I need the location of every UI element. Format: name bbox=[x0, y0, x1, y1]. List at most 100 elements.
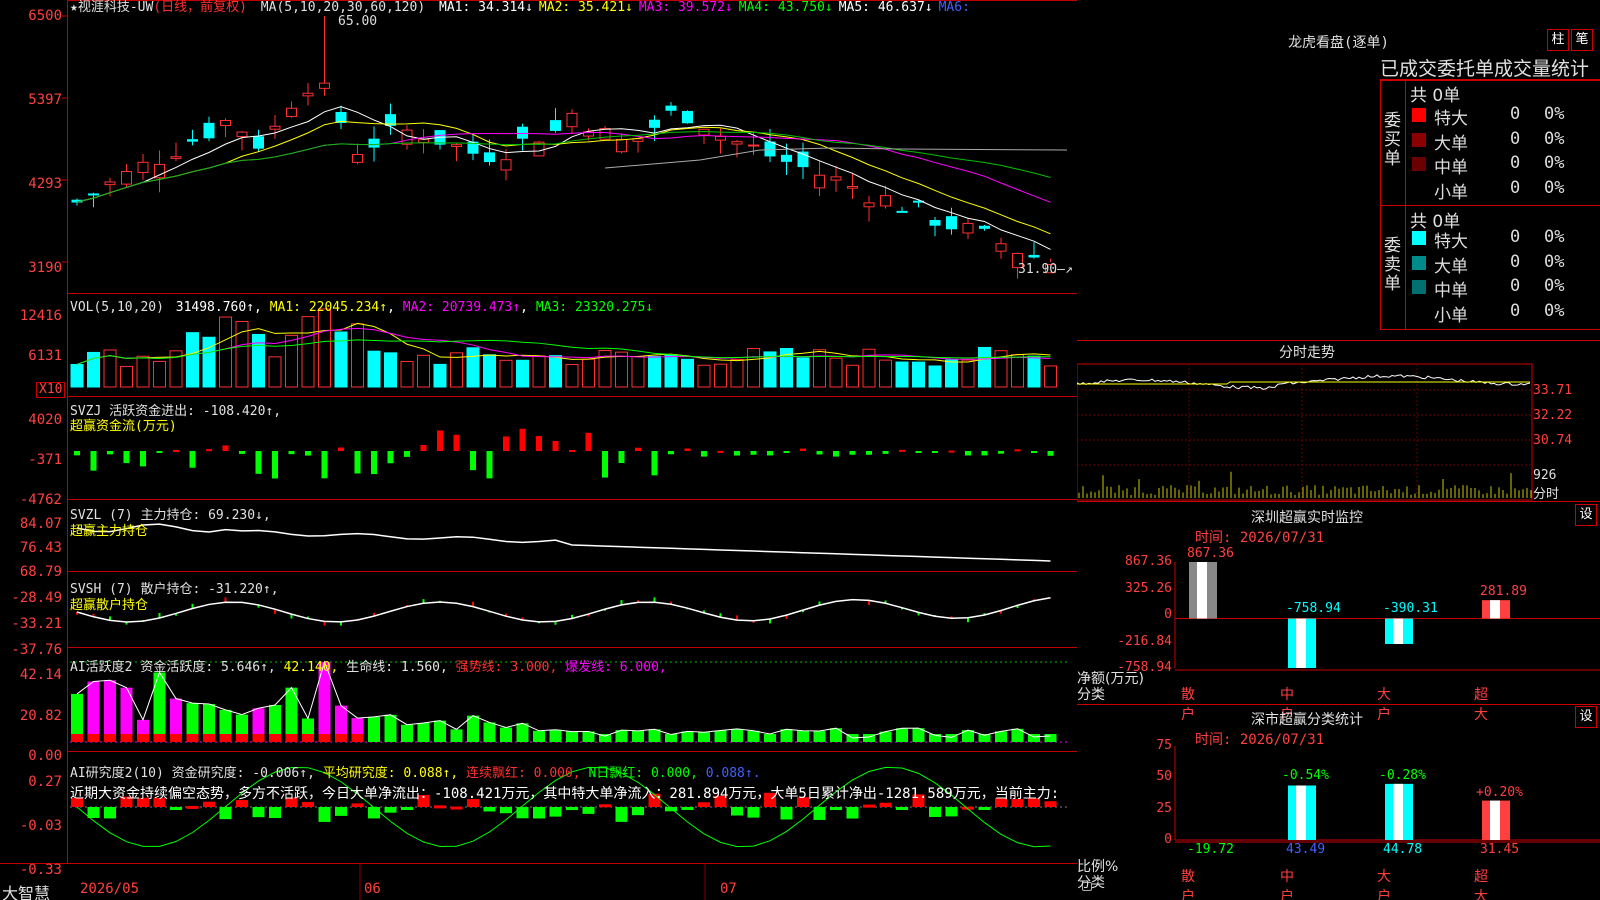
svzj-bar bbox=[123, 451, 130, 464]
ai-base-bar bbox=[962, 734, 974, 742]
ai-base-bar bbox=[764, 734, 776, 742]
ai-active-bar bbox=[153, 672, 166, 742]
chart-area[interactable]: ★视涯科技-UW(日线，前复权) MA(5,10,20,30,60,120) M… bbox=[0, 0, 1092, 900]
order-row: 中单 0 0% bbox=[1408, 151, 1598, 178]
svzj-bar bbox=[915, 451, 922, 453]
svzj-bar bbox=[239, 451, 245, 454]
volume-bar bbox=[318, 308, 331, 388]
stock-name[interactable]: ★视涯科技-UW bbox=[70, 0, 153, 15]
ai-research-bar bbox=[549, 807, 562, 817]
ai-base-bar bbox=[483, 734, 496, 742]
ai-research-bar bbox=[846, 807, 859, 819]
ai-base-bar bbox=[269, 734, 281, 742]
svzj-bar bbox=[222, 445, 229, 451]
order-size: 大单 bbox=[1434, 133, 1468, 154]
volume-bar bbox=[136, 355, 150, 388]
volume-bar bbox=[697, 364, 711, 388]
tab-orders[interactable]: 委托单 bbox=[1437, 58, 1494, 79]
x-axis-label: 06 bbox=[364, 881, 381, 897]
kline-chart-canvas[interactable] bbox=[0, 0, 1077, 900]
ai-research-bar bbox=[351, 803, 364, 807]
svzj-bar bbox=[107, 451, 113, 455]
order-size: 特大 bbox=[1434, 232, 1468, 252]
bar-view-button[interactable]: 柱 bbox=[1547, 29, 1569, 51]
volume-bar bbox=[846, 364, 859, 388]
ai-research-bar bbox=[896, 807, 908, 810]
ai-research-bar bbox=[1044, 801, 1057, 807]
category-bar-highlight bbox=[1296, 785, 1306, 840]
ai-base-bar bbox=[368, 734, 380, 742]
svzj-bar bbox=[354, 451, 361, 474]
candle-body bbox=[236, 131, 248, 138]
candle-body bbox=[484, 152, 495, 163]
svzj-bar bbox=[717, 450, 724, 453]
category-bar-highlight bbox=[1393, 618, 1403, 644]
svzj-bar bbox=[387, 451, 394, 464]
change-label: -0.54% bbox=[1282, 768, 1329, 783]
candle-body bbox=[352, 153, 363, 163]
ma-line-30 bbox=[76, 131, 1051, 203]
candle-body bbox=[451, 144, 462, 147]
ai-base-bar bbox=[714, 734, 727, 742]
svzj-bar bbox=[569, 449, 575, 452]
ai-base-bar bbox=[648, 734, 661, 742]
intraday-price-label: 33.71 bbox=[1533, 383, 1573, 398]
ai-research-bar bbox=[533, 807, 545, 819]
main-y-label: 5397 bbox=[28, 92, 62, 108]
candle-body bbox=[616, 138, 627, 153]
ai-research-bar bbox=[566, 807, 578, 811]
svzj-bar bbox=[305, 451, 311, 456]
candle-body bbox=[781, 154, 792, 162]
ai-research-bar bbox=[302, 801, 314, 807]
main-y-label: 6500 bbox=[28, 8, 62, 24]
svzl-y-label: 76.43 bbox=[19, 540, 62, 556]
candle-body bbox=[665, 105, 677, 111]
ai-base-bar bbox=[516, 734, 529, 742]
svzj-y-label: -371 bbox=[28, 452, 62, 468]
ai-base-bar bbox=[582, 734, 595, 742]
ai-research-bar bbox=[879, 802, 892, 807]
ai-research-bar bbox=[615, 807, 628, 822]
change-label: +0.20% bbox=[1476, 785, 1523, 800]
period-tag[interactable]: (日线，前复权) bbox=[153, 0, 247, 15]
ai-research-y-label: -0.33 bbox=[19, 862, 62, 878]
bar-value-label: 281.89 bbox=[1480, 584, 1527, 600]
bar-y-label: 75 bbox=[1156, 738, 1172, 753]
order-pct: 0% bbox=[1544, 104, 1565, 124]
intraday-chart[interactable] bbox=[1077, 340, 1600, 502]
volume-bar bbox=[351, 323, 364, 388]
ai-base-bar bbox=[698, 734, 710, 742]
candle-body bbox=[319, 82, 330, 89]
candle-body bbox=[500, 159, 512, 171]
category-label: 大户 bbox=[1377, 869, 1391, 900]
candle-body bbox=[830, 176, 842, 181]
order-row: 特大 0 0% bbox=[1408, 225, 1598, 252]
svzj-bar bbox=[420, 444, 427, 451]
category-bar-highlight bbox=[1490, 800, 1500, 840]
bar-value-label: -390.31 bbox=[1383, 600, 1438, 616]
volume-bar bbox=[384, 352, 397, 388]
ai-research-bar bbox=[170, 807, 182, 810]
tab-volume-stats[interactable]: 成交量统计 bbox=[1494, 58, 1589, 79]
volume-bar bbox=[1044, 365, 1057, 388]
buy-side-label: 委买单 bbox=[1384, 111, 1401, 169]
svzj-bar bbox=[899, 449, 905, 452]
ma-line-10 bbox=[76, 120, 1051, 235]
svzj-bar bbox=[932, 451, 938, 453]
ai-research-bar bbox=[401, 807, 413, 810]
intraday-price-label: 30.74 bbox=[1533, 433, 1573, 448]
volume-bar bbox=[400, 360, 414, 388]
volume-bar bbox=[928, 365, 942, 388]
svzj-bar bbox=[833, 451, 839, 457]
tab-executed[interactable]: 已成交 bbox=[1380, 58, 1437, 79]
ai-base-bar bbox=[632, 734, 644, 742]
candle-body bbox=[863, 202, 875, 208]
ai-base-bar bbox=[995, 734, 1007, 742]
tick-view-button[interactable]: 笔 bbox=[1571, 29, 1593, 51]
color-chip bbox=[1412, 280, 1426, 294]
svsh-sub: 超赢散户持仓 bbox=[70, 598, 149, 613]
volume-bar bbox=[532, 355, 546, 388]
svzl-y-label: 68.79 bbox=[19, 564, 62, 580]
volume-bar bbox=[565, 364, 579, 388]
intraday-vol-label: 926 bbox=[1533, 468, 1557, 483]
